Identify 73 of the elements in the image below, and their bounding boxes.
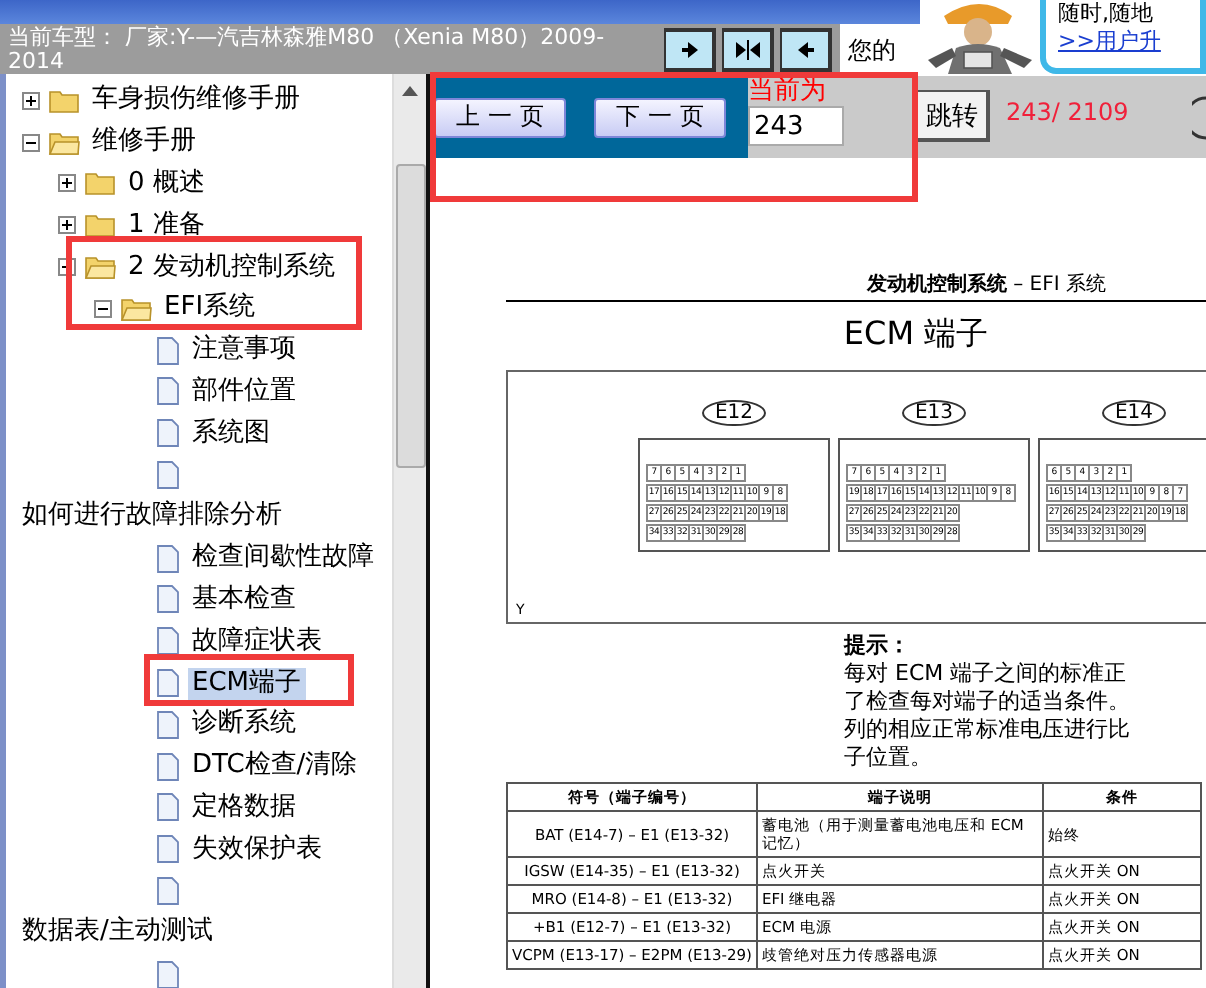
connector-label: E13 (902, 400, 966, 426)
view-button[interactable] (780, 28, 832, 72)
scrollbar[interactable] (392, 74, 426, 988)
tree-item[interactable]: 0 概述 (124, 167, 209, 200)
folder-icon (84, 212, 116, 239)
previous-page-button[interactable]: 上 一 页 (434, 97, 566, 137)
document-icon (156, 876, 180, 907)
hint-title: 提示： (844, 632, 912, 660)
tree-toggle-icon[interactable] (22, 133, 40, 152)
arrow-left-icon (795, 40, 815, 60)
tree-item[interactable]: 注意事项 (188, 334, 300, 367)
hint-text: 列的相应正常标准电压进行比 (844, 716, 1132, 744)
tree-item[interactable]: 故障症状表 (188, 625, 326, 658)
tree-item[interactable]: 如何进行故障排除分析 (18, 500, 286, 533)
split-arrows-icon (733, 40, 761, 60)
tree-toggle-icon[interactable] (22, 91, 40, 110)
scroll-up-icon[interactable] (402, 86, 418, 96)
document-icon (156, 959, 180, 988)
hint-text: 每对 ECM 端子之间的标准正 (844, 660, 1129, 688)
page-input[interactable]: 243 (748, 106, 844, 146)
document-icon (156, 709, 180, 740)
tree-item[interactable]: 数据表/主动测试 (18, 916, 217, 949)
document-icon (156, 751, 180, 782)
document-icon (156, 834, 180, 865)
folder-icon (48, 87, 80, 114)
tree-item[interactable]: 车身损伤维修手册 (88, 84, 304, 117)
hint-text: 子位置。 (844, 744, 934, 772)
tree-toggle-icon[interactable] (94, 299, 112, 318)
document-icon (156, 626, 180, 657)
tree-item[interactable]: 基本检查 (188, 583, 300, 616)
car-model-text: 当前车型： 厂家:Y-—汽吉林森雅M80 （Xenia M80）2009-2014 (6, 24, 607, 74)
upgrade-link[interactable]: >>用户升 (1058, 28, 1200, 56)
page-title: ECM 端子 (841, 314, 991, 356)
tree-item[interactable]: 2 发动机控制系统 (124, 251, 339, 284)
tree-item[interactable]: 定格数据 (188, 791, 300, 824)
document-icon (156, 460, 180, 491)
document-icon (156, 792, 180, 823)
folder-icon (120, 295, 152, 322)
tree-item[interactable]: 系统图 (188, 417, 274, 450)
folder-icon (84, 254, 116, 281)
page-header: 发动机控制系统 – EFI 系统 (506, 274, 1206, 302)
folder-icon (84, 170, 116, 197)
tree-item[interactable]: 部件位置 (188, 375, 300, 408)
document-icon (156, 335, 180, 366)
hint-text: 了检查每对端子的适当条件。 (844, 688, 1132, 716)
jump-button[interactable]: 跳转 (916, 90, 990, 142)
ad-text: 随时,随地 (1058, 0, 1155, 28)
document-icon (156, 584, 180, 615)
folder-icon (48, 129, 80, 156)
tree-item[interactable]: 维修手册 (88, 126, 200, 159)
arrow-right-icon (679, 40, 699, 60)
connector-label: E12 (702, 400, 766, 426)
tree-item[interactable]: DTC检查/清除 (188, 750, 362, 783)
current-page-label: 当前为 (748, 76, 828, 106)
tree-toggle-icon[interactable] (58, 174, 76, 193)
tree-item[interactable]: EFI系统 (160, 292, 260, 325)
document-icon (156, 668, 180, 699)
view-button[interactable] (722, 28, 774, 72)
document-icon (156, 543, 180, 574)
document-icon (156, 376, 180, 407)
tree-item[interactable]: ECM端子 (188, 667, 306, 700)
tree-item[interactable]: 失效保护表 (188, 833, 326, 866)
tree-toggle-icon[interactable] (58, 216, 76, 235)
tree-item[interactable]: 诊断系统 (188, 708, 300, 741)
scroll-thumb[interactable] (395, 164, 425, 468)
page-count: 243/ 2109 (1006, 98, 1129, 126)
notice-text: 您的 (840, 24, 920, 74)
document-icon (156, 418, 180, 449)
view-button[interactable] (664, 28, 716, 72)
tree-item[interactable]: 1 准备 (124, 209, 209, 242)
connector-label: E14 (1102, 400, 1166, 426)
next-page-button[interactable]: 下 一 页 (594, 97, 726, 137)
tree-item[interactable]: 检查间歇性故障 (188, 542, 378, 575)
